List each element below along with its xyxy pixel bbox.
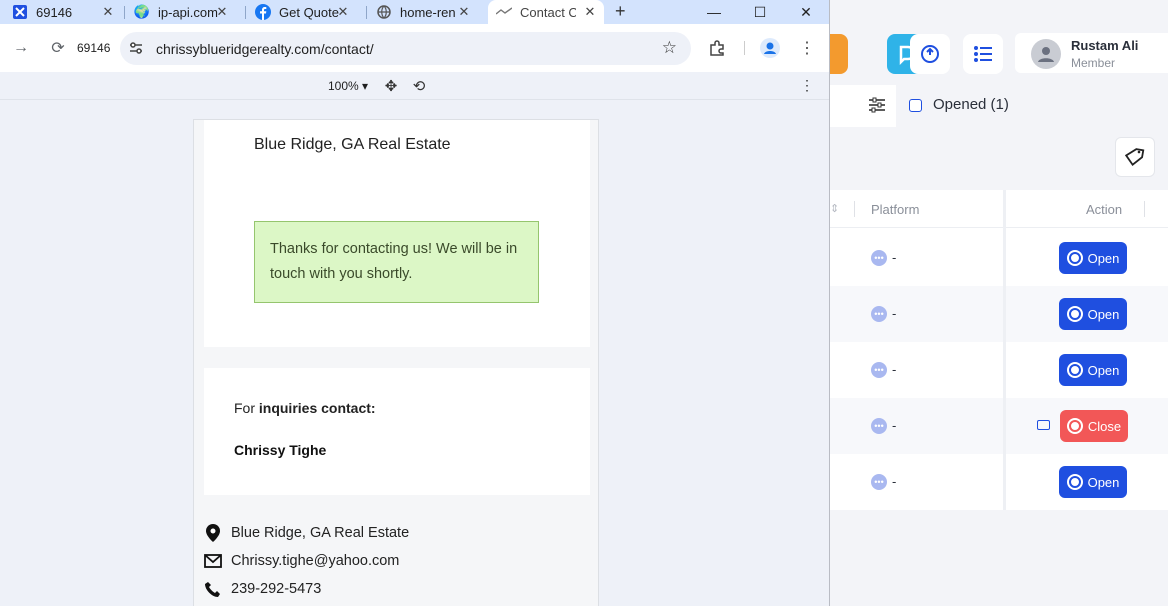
window-icon[interactable]	[1037, 420, 1050, 430]
globe-icon: 🌍	[133, 4, 151, 19]
brand-name: Blue Ridge, GA Real Estate	[254, 136, 451, 153]
tab-ip-api[interactable]: 🌍 ip-api.com ✕	[134, 0, 230, 24]
table-row: ••• - Open	[830, 286, 1168, 342]
browser-icon	[1066, 418, 1083, 434]
address-bar[interactable]: chrissyblueridgerealty.com/contact/ ☆	[120, 32, 691, 65]
maximize-button[interactable]: ☐	[737, 0, 783, 24]
platform-icon: •••	[871, 362, 887, 378]
minimize-button[interactable]: —	[691, 0, 737, 24]
close-icon[interactable]: ✕	[214, 4, 230, 20]
inquiries-label: For inquiries contact:	[234, 400, 376, 416]
column-divider	[1003, 190, 1006, 510]
platform-value: -	[892, 474, 897, 489]
user-name: Rustam Ali	[1071, 38, 1139, 53]
site-settings-icon[interactable]	[128, 40, 144, 56]
tab-count-badge: 69146	[77, 41, 111, 55]
browser-icon	[1066, 306, 1083, 322]
close-icon[interactable]: ✕	[582, 4, 598, 20]
fit-move-icon[interactable]: ✥	[382, 77, 400, 95]
browser-toolbar: → ⟳ 69146 chrissyblueridgerealty.com/con…	[0, 24, 829, 72]
envelope-icon	[204, 552, 222, 570]
site-favicon-icon	[496, 4, 512, 20]
tab-strip: 69146 ✕ 🌍 ip-api.com ✕ Get Quote ✕ home-…	[0, 0, 829, 24]
profile-icon[interactable]	[759, 37, 781, 59]
browser-icon	[1066, 474, 1083, 490]
avatar	[1031, 39, 1061, 69]
globe-icon	[376, 4, 392, 20]
platform-value: -	[892, 418, 897, 433]
window-close-button[interactable]: ✕	[783, 0, 829, 24]
platform-icon: •••	[871, 306, 887, 322]
opened-checkbox[interactable]	[909, 99, 922, 112]
phone-icon	[204, 580, 222, 598]
table-header: ⇕ Platform Action	[830, 190, 1168, 228]
rotate-icon[interactable]: ⟲	[410, 77, 428, 95]
user-role: Member	[1071, 56, 1116, 70]
action-header: Action	[1086, 202, 1123, 217]
open-button[interactable]: Open	[1059, 242, 1127, 274]
new-tab-button[interactable]: +	[615, 0, 626, 22]
browser-icon	[1066, 250, 1083, 266]
sync-icon[interactable]	[910, 34, 950, 74]
table-row: ••• - Open	[830, 454, 1168, 510]
table-row: ••• - Open	[830, 230, 1168, 286]
page-content: Blue Ridge, GA Real Estate Thanks for co…	[193, 119, 599, 606]
contact-name: Chrissy Tighe	[234, 442, 327, 458]
forward-arrow-icon[interactable]: →	[9, 36, 33, 60]
filter-bar: Opened (1)	[830, 85, 1168, 127]
open-button[interactable]: Open	[1059, 466, 1127, 498]
open-button[interactable]: Open	[1059, 298, 1127, 330]
app-logo-icon	[12, 4, 28, 20]
browser-icon	[1066, 362, 1083, 378]
table-row: ••• - Open	[830, 342, 1168, 398]
bookmark-star-icon[interactable]: ☆	[662, 38, 677, 58]
profiles-table: ⇕ Platform Action ••• - Open ••• - Open …	[830, 190, 1168, 510]
filter-settings-button[interactable]	[830, 85, 896, 127]
platform-header: Platform	[871, 202, 920, 217]
url-text: chrissyblueridgerealty.com/contact/	[156, 41, 374, 57]
platform-icon: •••	[871, 474, 887, 490]
sort-icon[interactable]: ⇕	[830, 202, 839, 215]
platform-value: -	[892, 250, 897, 265]
map-pin-icon	[204, 524, 222, 542]
phone-line[interactable]: 239-292-5473	[204, 580, 321, 598]
platform-value: -	[892, 306, 897, 321]
browser-window: 69146 ✕ 🌍 ip-api.com ✕ Get Quote ✕ home-…	[0, 0, 830, 606]
address-line: Blue Ridge, GA Real Estate	[204, 524, 409, 542]
zoom-select[interactable]: 100% ▾	[328, 79, 368, 93]
tab-home-ren[interactable]: home-ren ✕	[376, 0, 472, 24]
inquiries-card: For inquiries contact: Chrissy Tighe	[204, 368, 590, 495]
tag-icon	[1125, 148, 1145, 167]
confirmation-card: Blue Ridge, GA Real Estate Thanks for co…	[204, 120, 590, 347]
tag-button[interactable]	[1115, 137, 1155, 177]
close-icon[interactable]: ✕	[100, 4, 116, 20]
close-icon[interactable]: ✕	[456, 4, 472, 20]
tab-69146[interactable]: 69146 ✕	[12, 0, 116, 24]
extensions-icon[interactable]	[706, 37, 728, 59]
table-row: ••• - Close	[830, 398, 1168, 454]
opened-filter-label: Opened (1)	[933, 96, 1009, 113]
close-button[interactable]: Close	[1060, 410, 1128, 442]
user-profile[interactable]: Rustam Ali Member	[1015, 33, 1168, 73]
email-line[interactable]: Chrissy.tighe@yahoo.com	[204, 552, 399, 570]
viewer-more-icon[interactable]: ⋮	[800, 77, 814, 94]
reload-icon[interactable]: ⟳	[46, 36, 70, 60]
open-button[interactable]: Open	[1059, 354, 1127, 386]
tab-contact[interactable]: Contact C ✕	[488, 0, 604, 24]
browser-menu-icon[interactable]: ⋮	[796, 37, 818, 59]
platform-value: -	[892, 362, 897, 377]
success-notice: Thanks for contacting us! We will be in …	[254, 221, 539, 303]
platform-icon: •••	[871, 250, 887, 266]
list-icon[interactable]	[963, 34, 1003, 74]
viewer-toolbar: 100% ▾ ✥ ⟲ ⋮	[0, 72, 829, 100]
tab-get-quote[interactable]: Get Quote ✕	[255, 0, 351, 24]
facebook-icon	[255, 4, 271, 20]
close-icon[interactable]: ✕	[335, 4, 351, 20]
platform-icon: •••	[871, 418, 887, 434]
